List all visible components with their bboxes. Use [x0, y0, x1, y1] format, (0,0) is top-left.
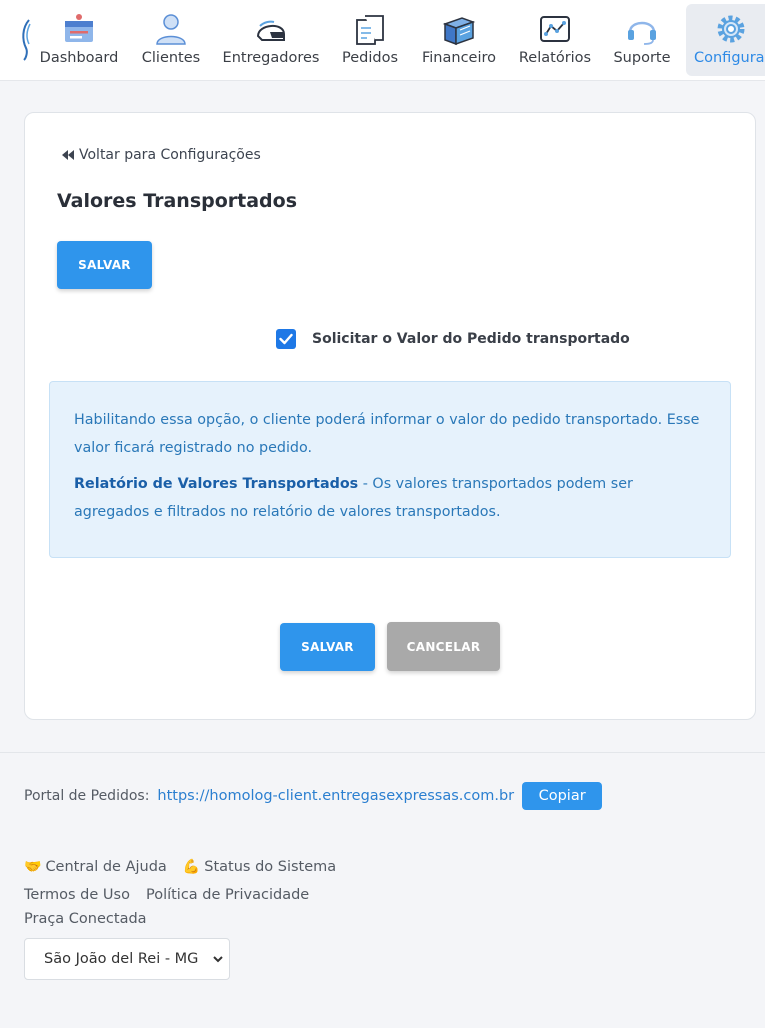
nav-item-clientes[interactable]: Clientes — [132, 4, 210, 76]
receipt-icon — [356, 15, 384, 45]
back-to-settings-link[interactable]: Voltar para Configurações — [61, 147, 261, 163]
back-link-label: Voltar para Configurações — [79, 147, 261, 163]
nav-label: Configura — [694, 50, 765, 66]
help-links: 🤝 Central de Ajuda 💪 Status do Sistema — [24, 859, 336, 875]
user-icon — [156, 14, 186, 45]
system-status-link[interactable]: 💪 Status do Sistema — [183, 859, 336, 875]
info-description: Habilitando essa opção, o cliente poderá… — [74, 412, 700, 456]
handshake-icon: 🤝 — [24, 859, 42, 875]
cancel-button[interactable]: CANCELAR — [387, 622, 500, 671]
terms-link[interactable]: Termos de Uso — [24, 887, 130, 903]
gear-icon — [717, 15, 745, 43]
nav-item-financeiro[interactable]: Financeiro — [416, 4, 502, 76]
nav-item-pedidos[interactable]: Pedidos — [334, 4, 406, 76]
save-button[interactable]: SALVAR — [280, 623, 375, 671]
chevron-down-icon — [213, 956, 223, 963]
flexed-arm-icon: 💪 — [182, 859, 201, 875]
request-value-label: Solicitar o Valor do Pedido transportado — [312, 331, 630, 347]
legal-links: Termos de Uso Política de Privacidade — [24, 887, 309, 903]
request-value-checkbox[interactable] — [276, 329, 296, 349]
nav-label: Entregadores — [222, 50, 320, 66]
report-link[interactable]: Relatório de Valores Transportados — [74, 476, 358, 492]
system-status-label: Status do Sistema — [204, 859, 337, 875]
chart-icon — [540, 16, 570, 42]
logo-icon[interactable] — [20, 18, 34, 62]
nav-item-dashboard[interactable]: Dashboard — [34, 4, 124, 76]
nav-label: Relatórios — [518, 50, 592, 66]
top-navigation: Dashboard Clientes Entregadores Pedidos — [0, 0, 765, 81]
nav-label: Financeiro — [421, 50, 496, 66]
nav-label: Clientes — [141, 50, 201, 66]
copy-button[interactable]: Copiar — [522, 782, 603, 810]
info-alert: Habilitando essa opção, o cliente poderá… — [49, 381, 731, 558]
footer-divider — [0, 752, 765, 753]
headset-icon — [628, 21, 656, 45]
nav-label: Dashboard — [39, 50, 119, 66]
double-chevron-left-icon — [62, 150, 74, 160]
nav-label: Suporte — [613, 50, 671, 66]
nav-item-configuracoes[interactable]: Configura — [686, 4, 765, 76]
info-report-text: Relatório de Valores Transportados - Os … — [74, 470, 706, 526]
save-button-top[interactable]: SALVAR — [57, 241, 152, 289]
praca-selected-value: São João del Rei - MG — [44, 951, 199, 967]
nav-item-suporte[interactable]: Suporte — [606, 4, 678, 76]
request-value-option[interactable]: Solicitar o Valor do Pedido transportado — [276, 329, 630, 349]
portal-row: Portal de Pedidos: https://homolog-clien… — [24, 782, 603, 810]
nav-item-relatorios[interactable]: Relatórios — [512, 4, 598, 76]
praca-select[interactable]: São João del Rei - MG — [24, 938, 230, 980]
helmet-icon — [256, 20, 285, 41]
praca-label: Praça Conectada — [24, 911, 147, 927]
settings-card: Voltar para Configurações Valores Transp… — [24, 112, 756, 720]
portal-label: Portal de Pedidos: — [24, 788, 150, 804]
nav-label: Pedidos — [341, 50, 398, 66]
money-icon — [442, 17, 476, 46]
help-center-link[interactable]: 🤝 Central de Ajuda — [24, 859, 167, 875]
privacy-link[interactable]: Política de Privacidade — [146, 887, 309, 903]
nav-item-entregadores[interactable]: Entregadores — [218, 4, 324, 76]
page-title: Valores Transportados — [57, 190, 298, 212]
dashboard-icon — [65, 14, 93, 42]
check-icon — [279, 333, 293, 345]
help-center-label: Central de Ajuda — [45, 859, 167, 875]
portal-url-link[interactable]: https://homolog-client.entregasexpressas… — [157, 788, 514, 804]
